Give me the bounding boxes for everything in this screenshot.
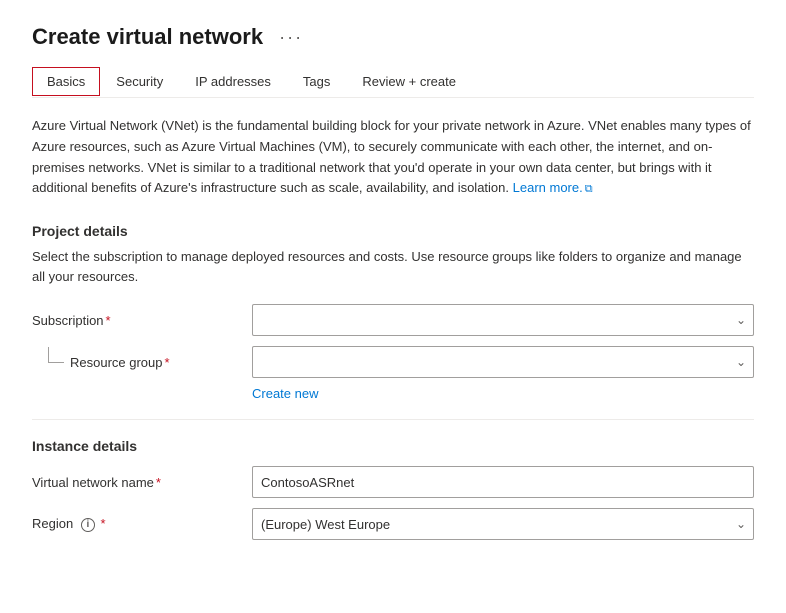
learn-more-link[interactable]: Learn more.⧉ bbox=[513, 180, 593, 195]
vnet-name-input[interactable] bbox=[252, 466, 754, 498]
project-details-description: Select the subscription to manage deploy… bbox=[32, 247, 754, 286]
section-divider bbox=[32, 419, 754, 420]
subscription-required: * bbox=[106, 313, 111, 328]
external-link-icon: ⧉ bbox=[585, 183, 593, 195]
tab-ip-addresses[interactable]: IP addresses bbox=[179, 66, 287, 97]
region-select-wrapper: (Europe) West Europe ⌄ bbox=[252, 508, 754, 540]
subscription-select-wrapper: ⌄ bbox=[252, 304, 754, 336]
create-new-link[interactable]: Create new bbox=[252, 386, 318, 401]
region-row: Region i * (Europe) West Europe ⌄ bbox=[32, 508, 754, 540]
resource-group-select-wrapper: ⌄ bbox=[252, 346, 754, 378]
subscription-label: Subscription* bbox=[32, 313, 252, 328]
resource-group-label: Resource group* bbox=[70, 355, 252, 370]
resource-group-indent: Resource group* bbox=[32, 355, 252, 370]
resource-group-required: * bbox=[165, 355, 170, 370]
region-info-icon[interactable]: i bbox=[81, 518, 95, 532]
region-required: * bbox=[100, 516, 105, 531]
subscription-row: Subscription* ⌄ bbox=[32, 304, 754, 336]
vnet-name-required: * bbox=[156, 475, 161, 490]
tab-bar: Basics Security IP addresses Tags Review… bbox=[32, 66, 754, 98]
region-label: Region i * bbox=[32, 516, 252, 532]
rg-corner-decoration bbox=[48, 347, 64, 363]
page-title: Create virtual network bbox=[32, 24, 263, 50]
description-text: Azure Virtual Network (VNet) is the fund… bbox=[32, 116, 754, 199]
subscription-select[interactable] bbox=[252, 304, 754, 336]
region-select[interactable]: (Europe) West Europe bbox=[252, 508, 754, 540]
tab-basics[interactable]: Basics bbox=[32, 67, 100, 96]
tab-security[interactable]: Security bbox=[100, 66, 179, 97]
vnet-name-label: Virtual network name* bbox=[32, 475, 252, 490]
instance-details-title: Instance details bbox=[32, 438, 754, 454]
tab-tags[interactable]: Tags bbox=[287, 66, 346, 97]
resource-group-select[interactable] bbox=[252, 346, 754, 378]
vnet-name-row: Virtual network name* bbox=[32, 466, 754, 498]
tab-review-create[interactable]: Review + create bbox=[346, 66, 472, 97]
project-details-title: Project details bbox=[32, 223, 754, 239]
resource-group-row: Resource group* ⌄ bbox=[32, 346, 754, 378]
ellipsis-button[interactable]: ··· bbox=[273, 25, 309, 50]
